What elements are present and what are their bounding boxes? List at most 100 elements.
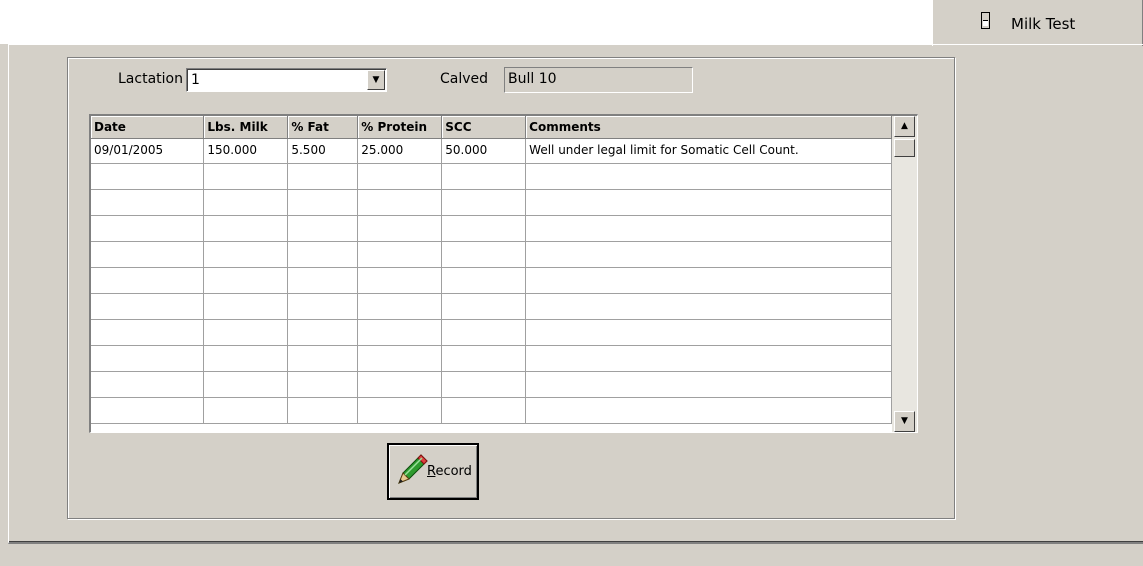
table-cell[interactable]: 09/01/2005 bbox=[91, 138, 205, 164]
table-cell[interactable] bbox=[357, 345, 443, 372]
table-cell[interactable] bbox=[357, 189, 443, 216]
pencil-icon bbox=[398, 454, 428, 484]
table-cell[interactable] bbox=[203, 319, 289, 346]
column-header[interactable]: Lbs. Milk bbox=[203, 116, 289, 139]
vertical-scrollbar[interactable]: ▲ ▼ bbox=[892, 116, 917, 432]
table-cell[interactable] bbox=[525, 293, 892, 320]
table-cell[interactable] bbox=[203, 345, 289, 372]
column-header[interactable]: % Protein bbox=[357, 116, 443, 139]
table-cell[interactable] bbox=[441, 189, 527, 216]
calved-value: Bull 10 bbox=[508, 71, 557, 87]
table-cell[interactable]: Well under legal limit for Somatic Cell … bbox=[525, 138, 892, 164]
tab-milk-test[interactable]: Milk Test bbox=[932, 0, 1143, 46]
column-header[interactable]: SCC bbox=[441, 116, 527, 139]
table-cell[interactable] bbox=[357, 397, 443, 424]
table-cell[interactable] bbox=[91, 241, 205, 268]
lactation-select[interactable]: 1 ▼ bbox=[186, 68, 387, 92]
table-cell[interactable] bbox=[441, 267, 527, 294]
table-row[interactable] bbox=[91, 397, 892, 424]
table-row[interactable] bbox=[91, 267, 892, 294]
table-cell[interactable] bbox=[287, 163, 359, 190]
table-cell[interactable] bbox=[287, 293, 359, 320]
table-cell[interactable] bbox=[287, 189, 359, 216]
table-cell[interactable]: 150.000 bbox=[203, 138, 289, 164]
tab-label: Milk Test bbox=[1011, 15, 1076, 33]
table-cell[interactable] bbox=[357, 319, 443, 346]
table-cell[interactable] bbox=[203, 371, 289, 398]
record-label: Record bbox=[427, 464, 472, 479]
lactation-value: 1 bbox=[191, 72, 200, 88]
table-cell[interactable] bbox=[287, 397, 359, 424]
table-cell[interactable] bbox=[203, 241, 289, 268]
table-cell[interactable] bbox=[91, 345, 205, 372]
table-cell[interactable] bbox=[91, 163, 205, 190]
table-row[interactable]: 09/01/2005 150.000 5.500 25.000 50.000 Well u… bbox=[91, 138, 892, 164]
table-row[interactable] bbox=[91, 293, 892, 320]
table-cell[interactable] bbox=[91, 267, 205, 294]
table-cell[interactable] bbox=[357, 293, 443, 320]
column-header[interactable]: Comments bbox=[525, 116, 892, 139]
table-cell[interactable] bbox=[525, 345, 892, 372]
table-row[interactable] bbox=[91, 215, 892, 242]
table-cell[interactable] bbox=[203, 397, 289, 424]
table-cell[interactable] bbox=[91, 189, 205, 216]
table-cell[interactable] bbox=[287, 319, 359, 346]
table-cell[interactable] bbox=[287, 371, 359, 398]
table-cell[interactable] bbox=[441, 215, 527, 242]
chevron-down-icon[interactable]: ▼ bbox=[367, 70, 385, 90]
table-cell[interactable] bbox=[287, 267, 359, 294]
table-cell[interactable] bbox=[203, 293, 289, 320]
table-cell[interactable] bbox=[357, 241, 443, 268]
table-cell[interactable] bbox=[357, 371, 443, 398]
table-row[interactable] bbox=[91, 163, 892, 190]
record-button[interactable]: Record bbox=[387, 443, 479, 500]
column-header[interactable]: % Fat bbox=[287, 116, 359, 139]
table-cell[interactable] bbox=[91, 319, 205, 346]
table-cell[interactable] bbox=[91, 293, 205, 320]
table-cell[interactable] bbox=[441, 319, 527, 346]
column-header[interactable]: Date bbox=[91, 116, 205, 139]
table-cell[interactable] bbox=[357, 215, 443, 242]
table-cell[interactable] bbox=[357, 163, 443, 190]
table-cell[interactable] bbox=[357, 267, 443, 294]
table-row[interactable] bbox=[91, 345, 892, 372]
table-cell[interactable]: 25.000 bbox=[357, 138, 443, 164]
table-cell[interactable] bbox=[441, 397, 527, 424]
milk-bottle-icon bbox=[981, 12, 990, 29]
table-cell[interactable] bbox=[203, 189, 289, 216]
table-cell[interactable] bbox=[441, 345, 527, 372]
table-cell[interactable] bbox=[203, 215, 289, 242]
table-cell[interactable] bbox=[287, 215, 359, 242]
milk-test-grid[interactable]: Date Lbs. Milk % Fat % Protein SCC Comme… bbox=[89, 114, 918, 433]
table-cell[interactable] bbox=[203, 267, 289, 294]
table-cell[interactable] bbox=[525, 397, 892, 424]
table-cell[interactable] bbox=[91, 215, 205, 242]
table-cell[interactable] bbox=[91, 371, 205, 398]
table-cell[interactable] bbox=[91, 397, 205, 424]
scroll-thumb[interactable] bbox=[894, 139, 915, 157]
scroll-up-arrow-icon[interactable]: ▲ bbox=[894, 116, 915, 137]
table-cell[interactable] bbox=[441, 163, 527, 190]
table-cell[interactable] bbox=[441, 293, 527, 320]
table-cell[interactable] bbox=[525, 371, 892, 398]
table-cell[interactable] bbox=[525, 215, 892, 242]
table-cell[interactable] bbox=[203, 163, 289, 190]
table-cell[interactable]: 50.000 bbox=[441, 138, 527, 164]
table-cell[interactable] bbox=[525, 189, 892, 216]
table-row[interactable] bbox=[91, 319, 892, 346]
table-cell[interactable] bbox=[441, 371, 527, 398]
table-row[interactable] bbox=[91, 371, 892, 398]
table-cell[interactable] bbox=[525, 267, 892, 294]
lactation-label: Lactation bbox=[118, 71, 183, 87]
table-cell[interactable] bbox=[525, 319, 892, 346]
scroll-down-arrow-icon[interactable]: ▼ bbox=[894, 411, 915, 432]
table-cell[interactable] bbox=[287, 241, 359, 268]
table-cell[interactable] bbox=[525, 163, 892, 190]
table-cell[interactable]: 5.500 bbox=[287, 138, 359, 164]
table-row[interactable] bbox=[91, 241, 892, 268]
top-band bbox=[0, 0, 932, 44]
table-cell[interactable] bbox=[441, 241, 527, 268]
table-row[interactable] bbox=[91, 189, 892, 216]
table-cell[interactable] bbox=[525, 241, 892, 268]
table-cell[interactable] bbox=[287, 345, 359, 372]
